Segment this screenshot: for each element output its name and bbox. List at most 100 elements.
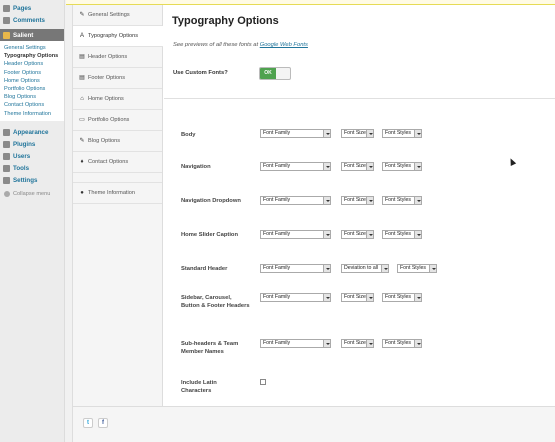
salient-icon	[3, 31, 10, 39]
facebook-icon[interactable]: f	[98, 418, 108, 428]
tab-label: Contact Options	[88, 159, 129, 165]
font-styles-select[interactable]: Font Styles	[382, 162, 422, 171]
select-value: Deviation to all	[344, 265, 379, 271]
select-value: Font Family	[263, 197, 291, 203]
subtitle-text: See previews of all these fonts at	[173, 42, 259, 48]
font-styles-select[interactable]: Font Styles	[382, 293, 422, 302]
font-family-select[interactable]: Font Family	[260, 293, 331, 302]
menu-item-settings[interactable]: Settings	[0, 175, 64, 187]
menu-item-pages[interactable]: Pages	[0, 2, 64, 14]
header-icon: ▤	[79, 54, 85, 60]
chevron-down-icon	[323, 163, 330, 170]
chevron-down-icon	[414, 163, 421, 170]
font-size-select[interactable]: Font Size	[341, 162, 374, 171]
select-value: Font Styles	[385, 163, 411, 169]
appearance-icon	[3, 129, 10, 137]
tab-portfolio-options[interactable]: ▭ Portfolio Options	[73, 110, 162, 131]
tab-general-settings[interactable]: ✎ General Settings	[73, 5, 162, 26]
submenu-item-footer[interactable]: Footer Options	[4, 69, 64, 77]
comments-icon	[3, 16, 10, 24]
tab-contact-options[interactable]: ♦ Contact Options	[73, 152, 162, 173]
menu-item-tools[interactable]: Tools	[0, 163, 64, 175]
font-styles-select[interactable]: Font Styles	[382, 339, 422, 348]
submenu-item-blog[interactable]: Blog Options	[4, 93, 64, 101]
map-marker-icon: ♦	[80, 159, 84, 165]
menu-item-label: Settings	[13, 177, 38, 185]
tab-home-options[interactable]: ⌂ Home Options	[73, 89, 162, 110]
font-styles-select[interactable]: Font Styles	[397, 264, 437, 273]
select-value: Font Styles	[385, 130, 411, 136]
google-web-fonts-link[interactable]: Google Web Fonts	[260, 42, 308, 48]
tab-theme-information[interactable]: ● Theme Information	[73, 183, 162, 204]
tab-typography-options[interactable]: A Typography Options	[73, 26, 163, 47]
font-size-select[interactable]: Font Size	[341, 339, 374, 348]
menu-item-appearance[interactable]: Appearance	[0, 127, 64, 139]
tab-label: Footer Options	[88, 75, 125, 81]
submenu-item-home[interactable]: Home Options	[4, 77, 64, 85]
font-row-label-navigation-dropdown: Navigation Dropdown	[181, 198, 241, 204]
tools-icon	[3, 165, 10, 173]
custom-fonts-toggle[interactable]: OK	[259, 67, 291, 80]
font-size-select[interactable]: Deviation to all	[341, 264, 389, 273]
font-size-select[interactable]: Font Size	[341, 230, 374, 239]
submenu-item-general[interactable]: General Settings	[4, 44, 64, 52]
font-size-select[interactable]: Font Size	[341, 196, 374, 205]
chevron-down-icon	[366, 197, 373, 204]
font-row-label-standard-header: Standard Header	[181, 266, 228, 272]
divider	[164, 98, 555, 99]
chevron-down-icon	[323, 130, 330, 137]
font-family-select[interactable]: Font Family	[260, 230, 331, 239]
collapse-menu-button[interactable]: Collapse menu	[0, 190, 64, 197]
font-styles-select[interactable]: Font Styles	[382, 230, 422, 239]
menu-item-users[interactable]: Users	[0, 151, 64, 163]
font-row-label-sidebar-headers: Sidebar, Carousel, Button & Footer Heade…	[181, 295, 250, 309]
submenu-item-contact[interactable]: Contact Options	[4, 101, 64, 109]
chevron-down-icon	[414, 130, 421, 137]
tab-header-options[interactable]: ▤ Header Options	[73, 47, 162, 68]
tab-label: Theme Information	[88, 190, 135, 196]
users-icon	[3, 153, 10, 161]
font-family-select[interactable]: Font Family	[260, 162, 331, 171]
select-value: Font Styles	[385, 340, 411, 346]
chevron-down-icon	[323, 340, 330, 347]
font-family-select[interactable]: Font Family	[260, 264, 331, 273]
font-family-select[interactable]: Font Family	[260, 339, 331, 348]
select-value: Font Size	[344, 294, 366, 300]
submenu-item-typography[interactable]: Typography Options	[4, 52, 64, 60]
tab-footer-options[interactable]: ▤ Footer Options	[73, 68, 162, 89]
salient-submenu: General Settings Typography Options Head…	[0, 41, 64, 121]
fonts-preview-note: See previews of all these fonts at Googl…	[173, 42, 308, 48]
submenu-item-header[interactable]: Header Options	[4, 60, 64, 68]
gear-icon: ✎	[79, 12, 85, 18]
chevron-down-icon	[323, 265, 330, 272]
submenu-item-portfolio[interactable]: Portfolio Options	[4, 85, 64, 93]
select-value: Font Size	[344, 231, 366, 237]
font-family-select[interactable]: Font Family	[260, 129, 331, 138]
pencil-icon: ✎	[79, 138, 85, 144]
chevron-down-icon	[323, 197, 330, 204]
tab-separator	[73, 173, 162, 183]
collapse-label: Collapse menu	[13, 190, 51, 197]
font-styles-select[interactable]: Font Styles	[382, 196, 422, 205]
chevron-down-icon	[414, 197, 421, 204]
chevron-down-icon	[414, 231, 421, 238]
font-size-select[interactable]: Font Size	[341, 293, 374, 302]
font-styles-select[interactable]: Font Styles	[382, 129, 422, 138]
menu-item-label: Comments	[13, 16, 45, 24]
chevron-down-icon	[366, 340, 373, 347]
toggle-on-label: OK	[260, 68, 276, 79]
chevron-down-icon	[323, 294, 330, 301]
tab-blog-options[interactable]: ✎ Blog Options	[73, 131, 162, 152]
font-size-select[interactable]: Font Size	[341, 129, 374, 138]
twitter-icon[interactable]: t	[83, 418, 93, 428]
submenu-item-theme-info[interactable]: Theme Information	[4, 110, 64, 118]
chevron-down-icon	[366, 130, 373, 137]
menu-item-comments[interactable]: Comments	[0, 14, 64, 26]
tab-label: Typography Options	[88, 33, 139, 39]
menu-item-salient[interactable]: Salient	[0, 29, 64, 41]
home-icon: ⌂	[80, 96, 84, 102]
font-family-select[interactable]: Font Family	[260, 196, 331, 205]
latin-characters-checkbox[interactable]	[260, 379, 266, 385]
chevron-down-icon	[414, 294, 421, 301]
menu-item-plugins[interactable]: Plugins	[0, 139, 64, 151]
